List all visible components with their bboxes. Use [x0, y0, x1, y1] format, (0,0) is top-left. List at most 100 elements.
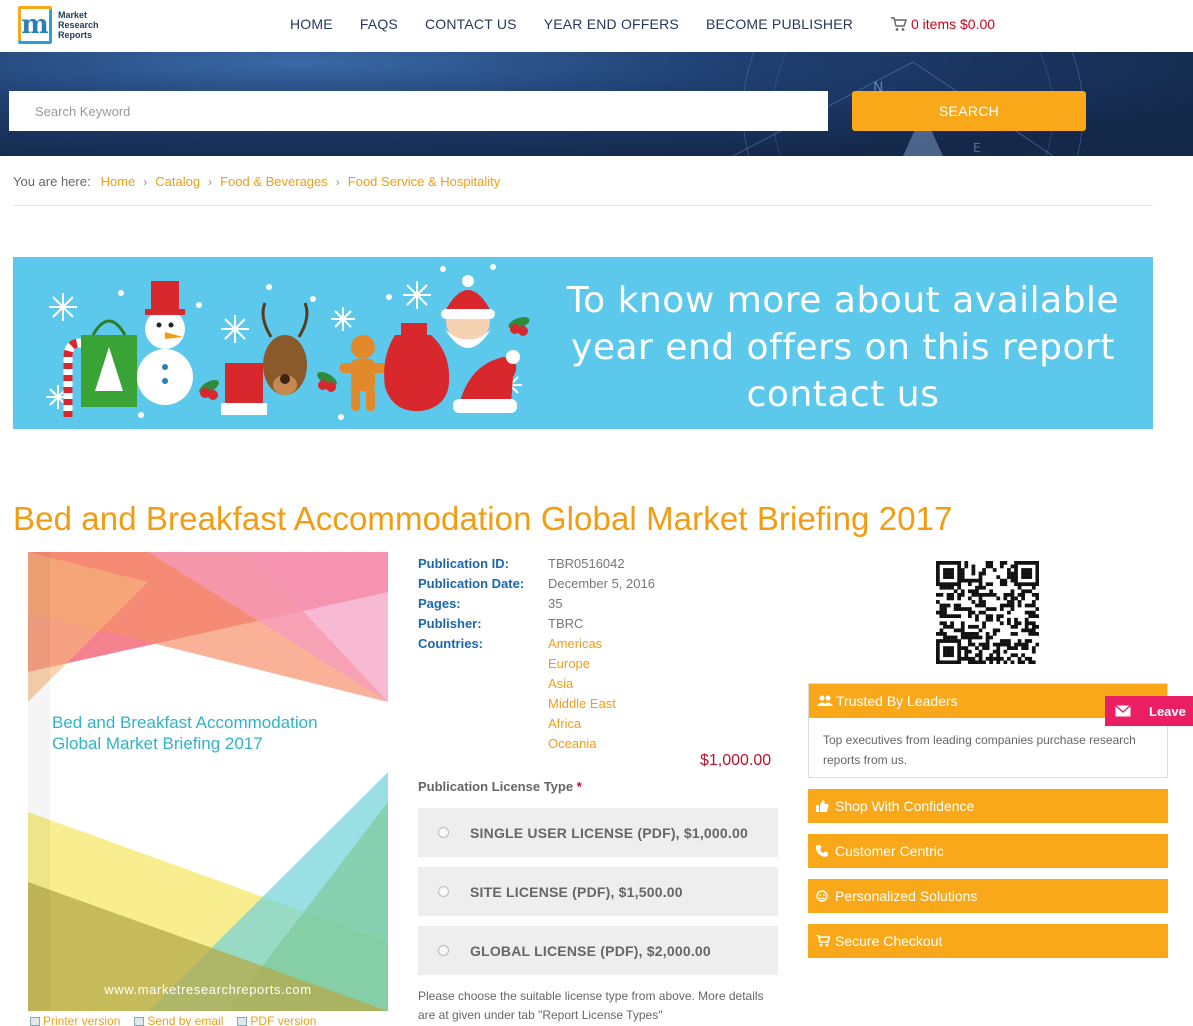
shop-with-confidence-bar[interactable]: Shop With Confidence [808, 789, 1168, 823]
radio-button[interactable] [438, 886, 449, 897]
promo-line: To know more about available [566, 280, 1120, 321]
nav-become-publisher[interactable]: BECOME PUBLISHER [706, 16, 853, 32]
license-type-text: Publication License Type [418, 779, 574, 794]
breadcrumb-home[interactable]: Home [101, 174, 136, 189]
divider [13, 205, 1153, 206]
tool-label: PDF version [250, 1014, 317, 1026]
send-by-email-link[interactable]: Send by email [134, 1014, 223, 1026]
license-type-label: Publication License Type * [418, 779, 582, 794]
report-tools: Printer version Send by email PDF versio… [30, 1014, 316, 1026]
publisher: TBRC [548, 616, 584, 631]
breadcrumb: You are here: Home › Catalog › Food & Be… [13, 174, 500, 189]
qr-code-icon [936, 561, 1039, 664]
printer-icon [30, 1016, 40, 1026]
year-end-offer-banner[interactable]: To know more about available year end of… [13, 257, 1153, 429]
publication-id: TBR0516042 [548, 556, 625, 571]
nav-faqs[interactable]: FAQS [360, 16, 398, 32]
country-link[interactable]: Asia [548, 674, 616, 694]
printer-version-link[interactable]: Printer version [30, 1014, 120, 1026]
license-option-single-user[interactable]: SINGLE USER LICENSE (PDF), $1,000.00 [418, 808, 778, 857]
country-link[interactable]: Middle East [548, 694, 616, 714]
promo-text: To know more about available year end of… [543, 277, 1143, 418]
nav-home[interactable]: HOME [290, 16, 333, 32]
main-nav: HOME FAQS CONTACT US YEAR END OFFERS BEC… [290, 16, 880, 32]
cart-link[interactable]: 0 items $0.00 [890, 16, 995, 32]
cart-summary: 0 items $0.00 [911, 16, 996, 32]
bar-label: Customer Centric [835, 843, 944, 859]
leave-message-tab[interactable]: Leave [1105, 696, 1193, 726]
breadcrumb-food-beverages[interactable]: Food & Beverages [220, 174, 328, 189]
license-note: Please choose the suitable license type … [418, 989, 764, 1022]
license-option-global[interactable]: GLOBAL LICENSE (PDF), $2,000.00 [418, 926, 778, 975]
cover-art-icon [28, 552, 388, 1011]
report-meta: Publication ID: TBR0516042 Publication Da… [418, 554, 655, 754]
meta-label: Publication ID: [418, 556, 509, 571]
tool-label: Printer version [43, 1014, 121, 1026]
pdf-icon [237, 1016, 248, 1026]
users-icon [817, 695, 833, 707]
site-logo[interactable]: m Market Research Reports [18, 6, 108, 46]
pdf-version-link[interactable]: PDF version [237, 1014, 316, 1026]
site-header: m Market Research Reports HOME FAQS CONT… [0, 0, 1193, 52]
trusted-body: Top executives from leading companies pu… [823, 733, 1136, 767]
search-button[interactable]: SEARCH [852, 91, 1086, 131]
search-banner: N E SEARCH [0, 52, 1193, 156]
nav-year-end-offers[interactable]: YEAR END OFFERS [544, 16, 679, 32]
license-option-label: SITE LICENSE (PDF), $1,500.00 [470, 883, 683, 900]
publication-date: December 5, 2016 [548, 576, 655, 591]
license-option-label: GLOBAL LICENSE (PDF), $2,000.00 [470, 942, 711, 959]
bar-label: Secure Checkout [835, 933, 943, 949]
envelope-icon [1105, 696, 1141, 726]
smile-icon [816, 890, 830, 902]
bar-label: Shop With Confidence [835, 798, 975, 814]
breadcrumb-catalog[interactable]: Catalog [155, 174, 200, 189]
license-option-site[interactable]: SITE LICENSE (PDF), $1,500.00 [418, 867, 778, 916]
svg-text:E: E [973, 141, 981, 155]
meta-label: Publisher: [418, 616, 482, 631]
cover-title-line: Bed and Breakfast Accommodation [52, 713, 318, 732]
required-marker: * [576, 779, 582, 794]
breadcrumb-food-service[interactable]: Food Service & Hospitality [348, 174, 500, 189]
report-price: $1,000.00 [700, 752, 772, 769]
promo-line: year end offers on this report [571, 327, 1115, 368]
trusted-title: Trusted By Leaders [836, 693, 958, 709]
bar-label: Personalized Solutions [835, 888, 978, 904]
country-link[interactable]: Americas [548, 634, 616, 654]
chevron-right-icon: › [208, 174, 213, 189]
cover-title-line: Global Market Briefing 2017 [52, 734, 263, 753]
license-option-label: SINGLE USER LICENSE (PDF), $1,000.00 [470, 824, 748, 841]
country-link[interactable]: Africa [548, 714, 616, 734]
secure-checkout-bar[interactable]: Secure Checkout [808, 924, 1168, 958]
logo-text-line: Market [58, 10, 88, 20]
nav-contact-us[interactable]: CONTACT US [425, 16, 517, 32]
leave-label: Leave [1149, 703, 1186, 719]
search-input[interactable] [9, 91, 828, 131]
cart-icon [891, 16, 907, 31]
cover-url: www.marketresearchreports.com [104, 982, 312, 997]
customer-centric-bar[interactable]: Customer Centric [808, 834, 1168, 868]
pages: 35 [548, 596, 563, 611]
email-icon [134, 1016, 145, 1026]
chevron-right-icon: › [335, 174, 340, 189]
personalized-solutions-bar[interactable]: Personalized Solutions [808, 879, 1168, 913]
logo-text: Market Research Reports [58, 10, 99, 40]
cart-icon [816, 934, 831, 947]
radio-button[interactable] [438, 945, 449, 956]
promo-line: contact us [746, 374, 940, 415]
logo-text-line: Reports [58, 30, 93, 40]
chevron-right-icon: › [143, 174, 148, 189]
holiday-illustration-icon [46, 264, 530, 420]
cover-title: Bed and Breakfast Accommodation Global M… [52, 712, 318, 754]
report-cover: Bed and Breakfast Accommodation Global M… [28, 552, 388, 1011]
meta-label: Pages: [418, 596, 461, 611]
country-link[interactable]: Oceania [548, 734, 616, 754]
breadcrumb-prefix: You are here: [13, 174, 91, 189]
country-link[interactable]: Europe [548, 654, 616, 674]
radio-button[interactable] [438, 827, 449, 838]
report-title: Bed and Breakfast Accommodation Global M… [13, 500, 953, 537]
logo-mark-icon: m [18, 6, 52, 44]
tool-label: Send by email [147, 1014, 224, 1026]
phone-icon [816, 845, 830, 857]
logo-text-line: Research [58, 20, 99, 30]
countries-list: Americas Europe Asia Middle East Africa … [548, 634, 616, 754]
